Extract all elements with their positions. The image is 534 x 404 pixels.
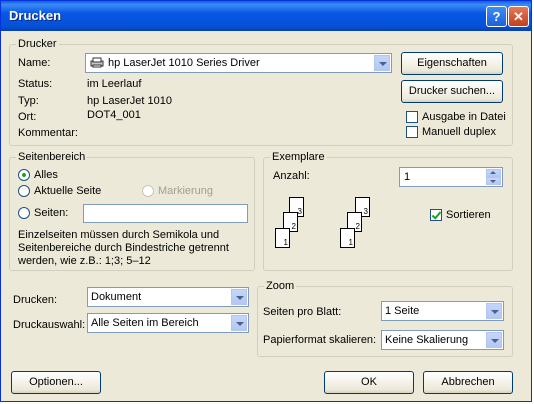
spin-down-icon[interactable] [486,177,501,185]
copies-count-value: 1 [404,171,411,183]
chevron-down-icon[interactable] [486,303,502,319]
copies-legend: Exemplare [270,151,327,163]
copies-count-label: Anzahl: [273,170,310,182]
all-pages-label[interactable]: Alles [34,169,58,181]
print-to-file-checkbox[interactable] [406,111,418,123]
chevron-down-icon[interactable] [486,332,502,348]
cancel-button[interactable]: Abbrechen [423,371,513,394]
find-printer-button[interactable]: Drucker suchen... [401,80,503,103]
zoom-legend: Zoom [264,280,297,292]
pages-input[interactable] [83,204,248,223]
print-what-label: Drucken: [13,294,58,306]
pages-label[interactable]: Seiten: [34,207,68,219]
scale-value: Keine Skalierung [385,334,469,346]
print-selection-label: Druckauswahl: [13,319,86,331]
window-title: Drucken [9,8,62,23]
page-icon: 1 [340,228,355,248]
chevron-down-icon[interactable] [231,289,247,305]
comment-label: Kommentar: [18,127,78,139]
print-what-select[interactable]: Dokument [87,287,249,307]
scale-label: Papierformat skalieren: [263,334,377,346]
chevron-down-icon[interactable] [374,55,390,71]
collate-label[interactable]: Sortieren [446,209,491,221]
status-value: im Leerlauf [87,78,142,90]
manual-duplex-checkbox[interactable] [406,126,418,138]
current-page-radio[interactable] [18,185,30,197]
location-value: DOT4_001 [87,109,141,121]
page-range-help-text: Einzelseiten müssen durch Semikola und S… [18,229,229,267]
print-what-value: Dokument [91,291,142,303]
type-value: hp LaserJet 1010 [87,95,173,107]
help-button[interactable]: ? [486,6,507,27]
options-button[interactable]: Optionen... [11,371,101,394]
printer-name-select[interactable]: hp LaserJet 1010 Series Driver [85,53,392,73]
printer-name-label: Name: [18,57,51,69]
page-range-legend: Seitenbereich [16,151,88,163]
current-page-label[interactable]: Aktuelle Seite [34,185,101,197]
status-label: Status: [18,78,53,90]
pages-per-sheet-label: Seiten pro Blatt: [263,306,342,318]
ok-button[interactable]: OK [324,371,414,394]
type-label: Typ: [18,95,39,107]
spin-up-icon[interactable] [486,169,501,177]
title-bar[interactable]: Drucken ? ✕ [1,1,531,31]
print-to-file-label[interactable]: Ausgabe in Datei [422,111,506,123]
properties-button[interactable]: Eigenschaften [401,52,503,75]
manual-duplex-label[interactable]: Manuell duplex [422,126,496,138]
scale-select[interactable]: Keine Skalierung [381,330,504,350]
print-selection-select[interactable]: Alle Seiten im Bereich [87,313,249,333]
pages-radio[interactable] [18,207,30,219]
collate-checkbox[interactable] [430,209,442,221]
print-dialog: Drucken ? ✕ Drucker Name: hp LaserJet 10… [0,0,532,402]
print-selection-value: Alle Seiten im Bereich [91,317,199,329]
selection-radio[interactable] [142,185,154,197]
all-pages-radio[interactable] [18,169,30,181]
close-icon: ✕ [513,9,524,24]
copies-spin-buttons[interactable] [486,169,501,185]
location-label: Ort: [18,111,37,123]
pages-per-sheet-select[interactable]: 1 Seite [381,301,504,321]
copies-count-spinner[interactable]: 1 [399,167,503,187]
page-icon: 1 [275,228,290,248]
printer-legend: Drucker [16,38,59,50]
close-button[interactable]: ✕ [508,6,529,27]
selection-label[interactable]: Markierung [158,185,213,197]
chevron-down-icon[interactable] [231,315,247,331]
question-icon: ? [492,9,501,24]
printer-name-value: hp LaserJet 1010 Series Driver [108,57,260,69]
pages-per-sheet-value: 1 Seite [385,305,420,317]
printer-icon [90,57,104,68]
